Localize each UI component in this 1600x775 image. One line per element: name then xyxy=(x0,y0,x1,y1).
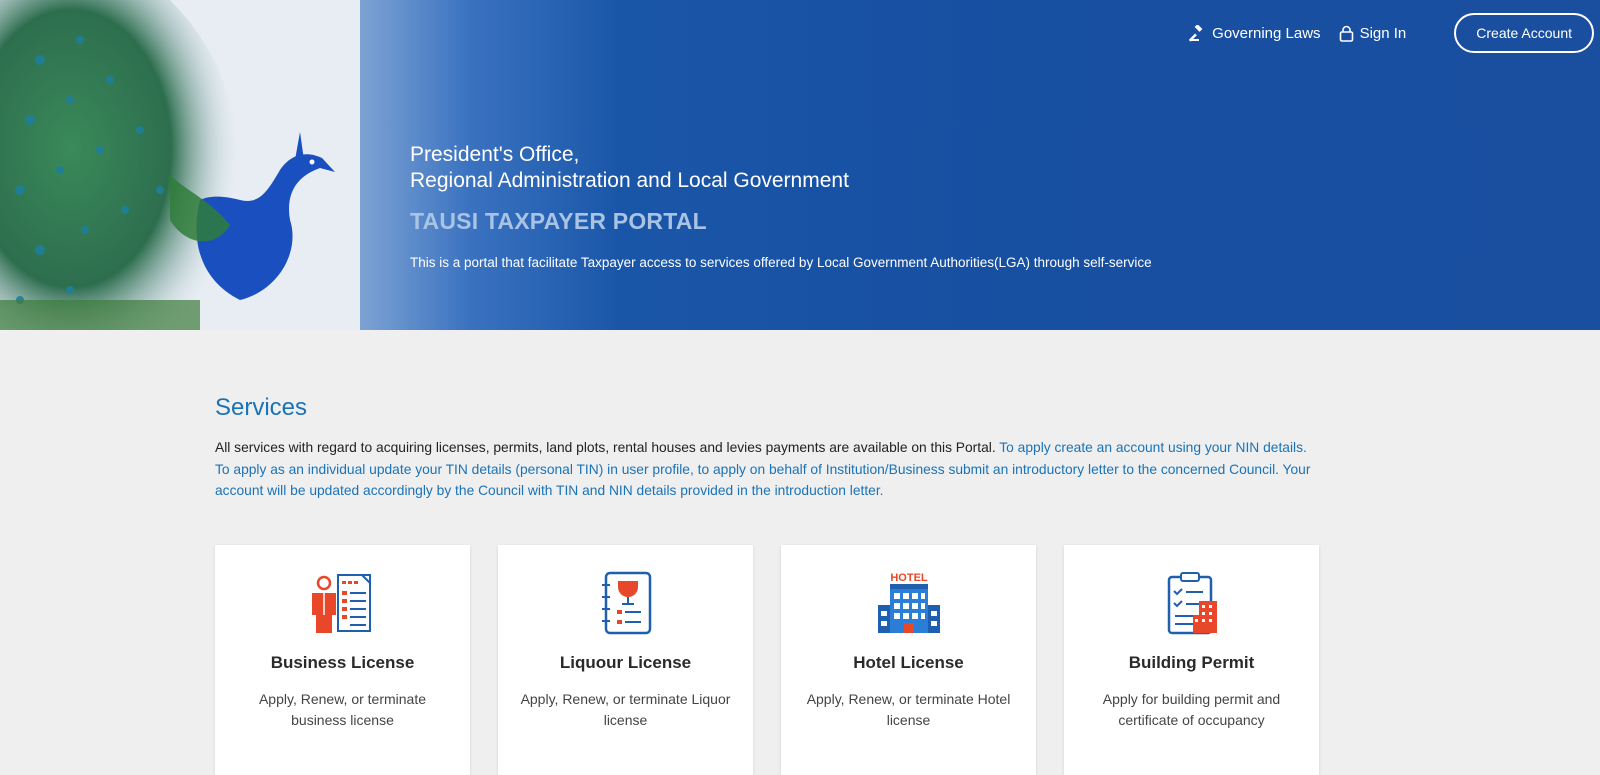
hotel-sign-text: HOTEL xyxy=(890,572,928,584)
hotel-icon: HOTEL xyxy=(877,572,940,633)
service-cards: Business License Apply, Renew, or termin… xyxy=(215,545,1319,775)
service-card-description: Apply, Renew, or terminate Hotel license xyxy=(806,691,1011,728)
service-card-business-license[interactable]: Business License Apply, Renew, or termin… xyxy=(215,545,470,775)
service-card-description: Apply, Renew, or terminate business lice… xyxy=(258,691,427,728)
hero-text-block: President's Office, Regional Administrat… xyxy=(410,142,1152,270)
governing-laws-label: Governing Laws xyxy=(1212,24,1321,42)
peacock-image xyxy=(0,0,360,330)
sign-in-label: Sign In xyxy=(1359,24,1407,42)
service-card-liquour-license[interactable]: Liquour License Apply, Renew, or termina… xyxy=(498,545,753,775)
service-card-description: Apply for building permit and certificat… xyxy=(1102,691,1281,728)
services-intro-text: All services with regard to acquiring li… xyxy=(215,440,1000,455)
gavel-icon xyxy=(1189,24,1203,42)
service-card-hotel-license[interactable]: HOTEL Hotel License Apply, Renew, or ter… xyxy=(781,545,1036,775)
portal-title: TAUSI TAXPAYER PORTAL xyxy=(410,208,707,234)
business-license-icon xyxy=(311,574,371,633)
service-card-title: Building Permit xyxy=(1128,653,1255,672)
services-title: Services xyxy=(215,394,308,421)
hero-banner: Governing Laws Sign In Create Account Pr… xyxy=(0,0,1600,330)
org-name-line2: Regional Administration and Local Govern… xyxy=(410,169,849,192)
create-account-button[interactable]: Create Account xyxy=(1454,13,1594,53)
liquour-license-icon xyxy=(601,571,651,635)
service-card-title: Hotel License xyxy=(853,653,964,672)
top-navigation: Governing Laws Sign In Create Account xyxy=(1189,13,1594,53)
sign-in-link[interactable]: Sign In xyxy=(1339,24,1407,42)
org-name-line1: President's Office, xyxy=(410,143,580,166)
lock-icon xyxy=(1339,25,1353,42)
services-description: All services with regard to acquiring li… xyxy=(215,437,1320,502)
service-card-title: Business License xyxy=(270,653,415,672)
service-card-description: Apply, Renew, or terminate Liquor licens… xyxy=(520,691,731,728)
building-permit-icon xyxy=(1167,572,1217,635)
services-section: Services All services with regard to acq… xyxy=(0,330,1600,775)
service-card-title: Liquour License xyxy=(559,653,692,672)
portal-description: This is a portal that facilitate Taxpaye… xyxy=(410,255,1152,270)
service-card-building-permit[interactable]: Building Permit Apply for building permi… xyxy=(1064,545,1319,775)
governing-laws-link[interactable]: Governing Laws xyxy=(1189,24,1321,42)
